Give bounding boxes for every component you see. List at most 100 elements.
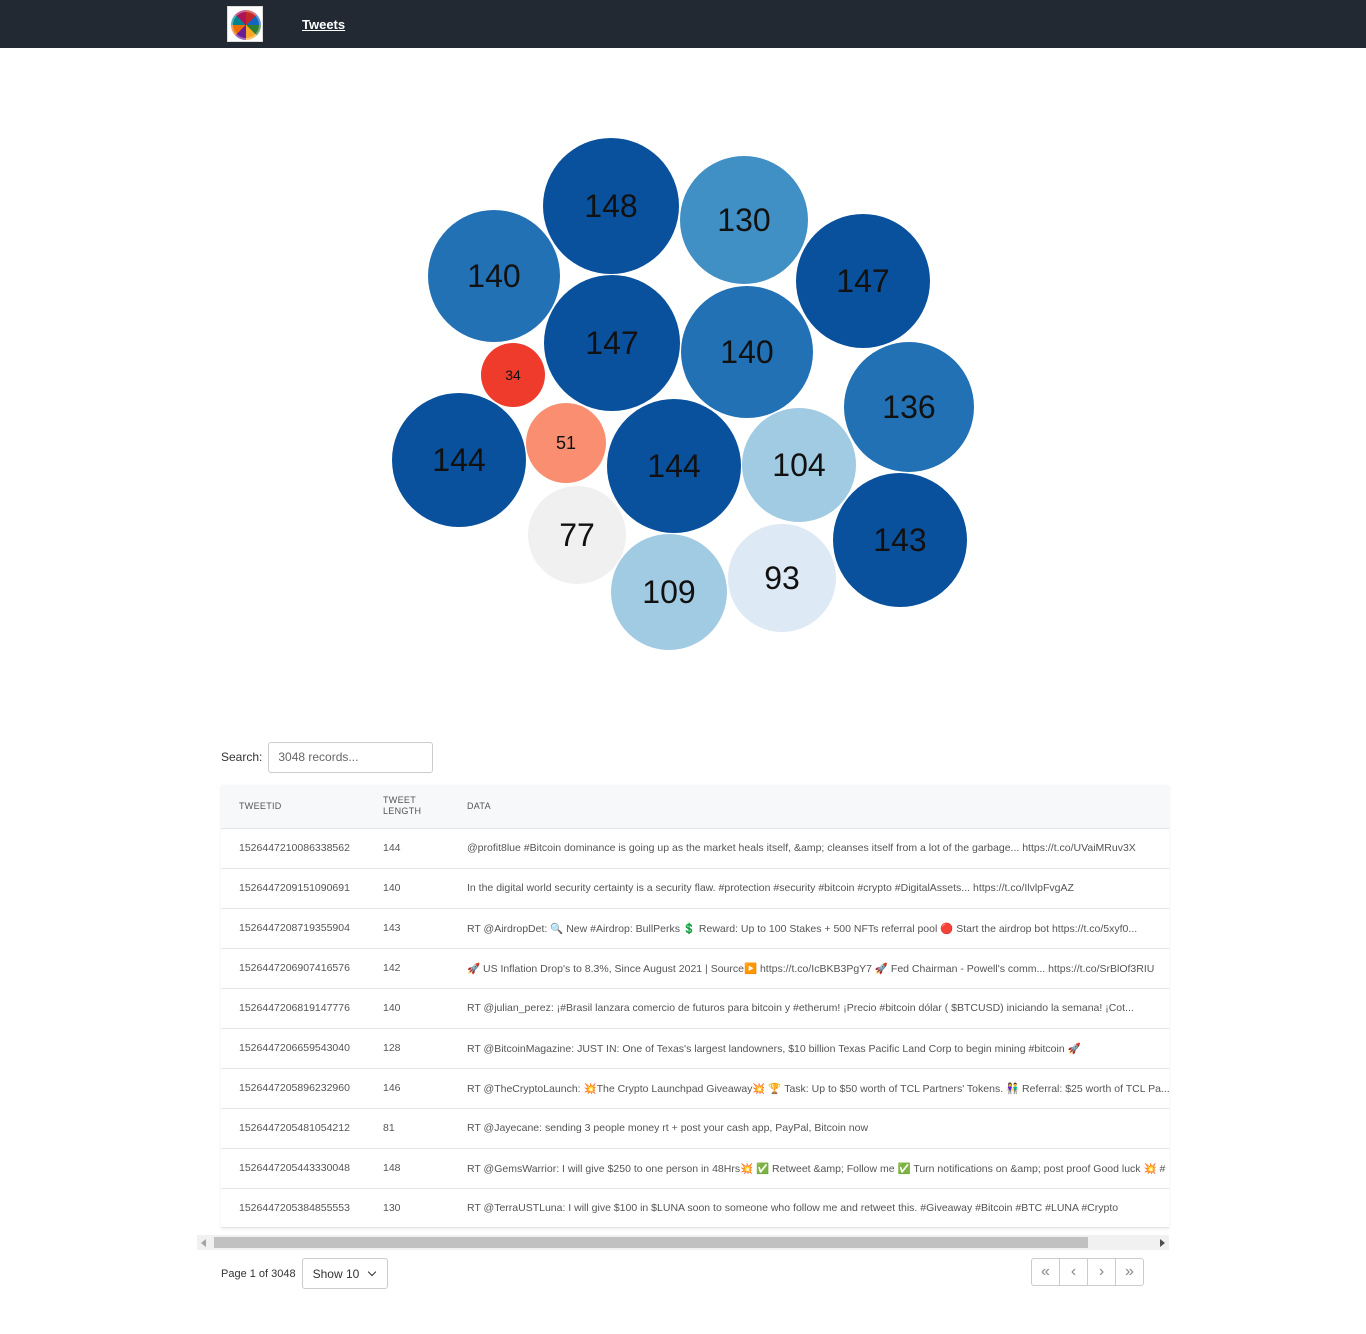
- cell-data: RT @TerraUSTLuna: I will give $100 in $L…: [449, 1188, 1169, 1227]
- table-header-row: TWEETID TWEET LENGTH DATA: [221, 785, 1169, 829]
- page-size-value: Show 10: [312, 1266, 360, 1281]
- bubble[interactable]: 130: [680, 156, 808, 284]
- bubble-label: 109: [642, 574, 695, 610]
- table-row[interactable]: 1526447206819147776 140 RT @julian_perez: …: [221, 988, 1169, 1029]
- cell-tweetid: 1526447206819147776: [221, 988, 365, 1029]
- logo[interactable]: [227, 6, 263, 42]
- table-row[interactable]: 1526447205896232960 146 RT @TheCryptoLaunc…: [221, 1068, 1169, 1109]
- scrollbar-thumb[interactable]: [214, 1237, 1088, 1248]
- search-label: Search:: [221, 750, 263, 764]
- cell-tweetid: 1526447206907416576: [221, 948, 365, 989]
- cell-data: RT @julian_perez: ¡#Brasil lanzara comer…: [449, 988, 1169, 1029]
- bubble-label: 148: [584, 188, 637, 224]
- nav-link-tweets[interactable]: Tweets: [302, 17, 345, 32]
- bubble-label: 130: [717, 202, 770, 238]
- top-navbar: Tweets: [0, 0, 1366, 48]
- column-header-tweet-length-label: TWEET LENGTH: [383, 795, 422, 817]
- cell-tweet-length: 140: [365, 868, 449, 909]
- table-body: 1526447210086338562 144 @profit8lue #Bitco…: [221, 828, 1169, 1227]
- cell-tweet-length: 140: [365, 988, 449, 1029]
- bubble-label: 147: [585, 325, 638, 361]
- cell-data: RT @Jayecane: sending 3 people money rt …: [449, 1108, 1169, 1149]
- chevron-down-icon: [367, 1267, 376, 1277]
- table-row[interactable]: 1526447206659543040 128 RT @BitcoinMagazin…: [221, 1028, 1169, 1069]
- bubble-label: 144: [647, 448, 700, 484]
- previous-page-button[interactable]: ‹: [1059, 1258, 1088, 1286]
- cell-tweetid: 1526447210086338562: [221, 828, 365, 869]
- table-row[interactable]: 1526447205384855553 130 RT @TerraUSTLuna: …: [221, 1188, 1169, 1227]
- column-header-tweetid[interactable]: TWEETID: [221, 785, 365, 829]
- bubble[interactable]: 140: [681, 286, 813, 418]
- scroll-left-icon[interactable]: [201, 1239, 206, 1247]
- bubble[interactable]: 144: [607, 399, 741, 533]
- bubble[interactable]: 104: [742, 408, 856, 522]
- bubble-label: 93: [764, 560, 800, 596]
- first-page-button[interactable]: «: [1031, 1258, 1060, 1286]
- table-row[interactable]: 1526447206907416576 142 🚀 US Inflation Dro…: [221, 948, 1169, 989]
- cell-data: 🚀 US Inflation Drop's to 8.3%, Since Aug…: [449, 948, 1169, 989]
- next-page-button[interactable]: ›: [1087, 1258, 1116, 1286]
- bubble-label: 77: [559, 517, 595, 553]
- cell-tweetid: 1526447205481054212: [221, 1108, 365, 1149]
- tweets-table-container: TWEETID TWEET LENGTH DATA 15264472100863…: [221, 785, 1169, 1228]
- search-row: Search:: [221, 741, 434, 773]
- cell-data: In the digital world security certainty …: [449, 868, 1169, 909]
- world-flags-globe-icon: [231, 10, 261, 40]
- cell-data: @profit8lue #Bitcoin dominance is going …: [449, 828, 1169, 869]
- bubble[interactable]: 93: [728, 524, 836, 632]
- cell-tweetid: 1526447205384855553: [221, 1188, 365, 1227]
- page-info: Page 1 of 3048: [221, 1267, 296, 1280]
- tweets-table: TWEETID TWEET LENGTH DATA 15264472100863…: [221, 785, 1169, 1227]
- cell-tweetid: 1526447205896232960: [221, 1068, 365, 1109]
- cell-data: RT @GemsWarrior: I will give $250 to one…: [449, 1148, 1169, 1189]
- cell-tweet-length: 130: [365, 1188, 449, 1227]
- table-row[interactable]: 1526447210086338562 144 @profit8lue #Bitco…: [221, 828, 1169, 869]
- bubble[interactable]: 147: [796, 214, 930, 348]
- bubble[interactable]: 140: [428, 210, 560, 342]
- column-header-data[interactable]: DATA: [449, 785, 1169, 829]
- cell-tweetid: 1526447205443330048: [221, 1148, 365, 1189]
- search-input[interactable]: [268, 741, 434, 773]
- bubble[interactable]: 109: [611, 534, 727, 650]
- table-row[interactable]: 1526447205481054212 81 RT @Jayecane: sendi…: [221, 1108, 1169, 1149]
- bubble[interactable]: 77: [528, 486, 626, 584]
- cell-data: RT @BitcoinMagazine: JUST IN: One of Tex…: [449, 1028, 1169, 1069]
- bubble[interactable]: 148: [543, 138, 679, 274]
- cell-data: RT @AirdropDet: 🔍 New #Airdrop: BullPerk…: [449, 908, 1169, 949]
- bubble[interactable]: 51: [526, 403, 606, 483]
- bubble-chart: 148 130 140 147 147 140 34 136 144 51 144 104 77 143 1…: [392, 138, 974, 650]
- bubble-label: 140: [467, 258, 520, 294]
- last-page-button[interactable]: »: [1115, 1258, 1144, 1286]
- bubble[interactable]: 144: [392, 393, 526, 527]
- bubble-label: 136: [882, 389, 935, 425]
- column-header-tweet-length[interactable]: TWEET LENGTH: [365, 785, 449, 829]
- bubble[interactable]: 147: [544, 275, 680, 411]
- cell-tweet-length: 128: [365, 1028, 449, 1069]
- table-row[interactable]: 1526447208719355904 143 RT @AirdropDet: 🔍 …: [221, 908, 1169, 949]
- bubble-label: 147: [836, 263, 889, 299]
- pagination-controls: « ‹ › »: [1031, 1258, 1144, 1286]
- scroll-right-icon[interactable]: [1160, 1239, 1165, 1247]
- horizontal-scrollbar[interactable]: [197, 1235, 1169, 1250]
- bubble-label: 51: [556, 433, 576, 453]
- pagination-info: Page 1 of 3048 Show 10: [221, 1258, 388, 1289]
- bubble-label: 104: [772, 447, 825, 483]
- table-row[interactable]: 1526447209151090691 140 In the digital wor…: [221, 868, 1169, 909]
- cell-tweetid: 1526447208719355904: [221, 908, 365, 949]
- cell-tweet-length: 81: [365, 1108, 449, 1149]
- cell-tweet-length: 146: [365, 1068, 449, 1109]
- table-row[interactable]: 1526447205443330048 148 RT @GemsWarrior: I…: [221, 1148, 1169, 1189]
- bubble[interactable]: 34: [481, 343, 545, 407]
- cell-tweetid: 1526447209151090691: [221, 868, 365, 909]
- bubble-label: 144: [432, 442, 485, 478]
- bubble-label: 140: [720, 334, 773, 370]
- cell-tweet-length: 148: [365, 1148, 449, 1189]
- page-size-select[interactable]: Show 10: [301, 1258, 388, 1289]
- bubble-label: 143: [873, 522, 926, 558]
- cell-tweet-length: 143: [365, 908, 449, 949]
- bubble[interactable]: 136: [844, 342, 974, 472]
- cell-tweetid: 1526447206659543040: [221, 1028, 365, 1069]
- bubble[interactable]: 143: [833, 473, 967, 607]
- cell-tweet-length: 144: [365, 828, 449, 869]
- bubble-label: 34: [505, 367, 521, 383]
